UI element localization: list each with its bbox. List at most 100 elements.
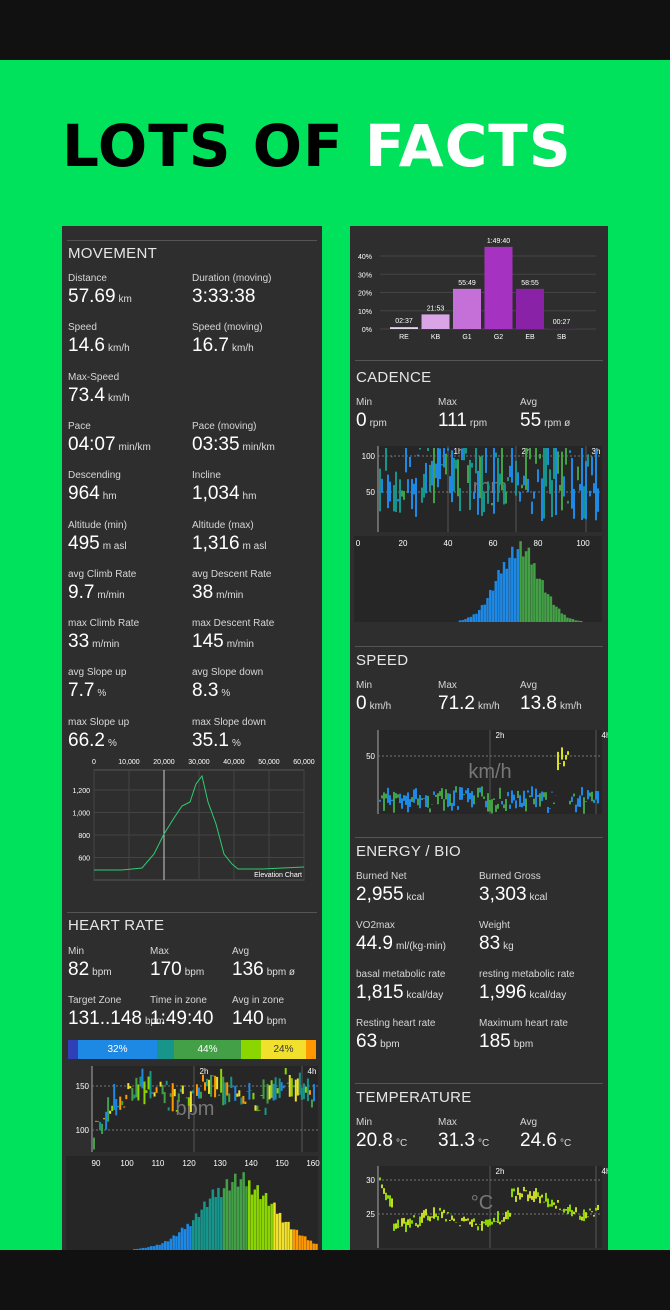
- stat-unit: rpm ø: [544, 418, 571, 429]
- stat-unit: °C: [477, 1138, 490, 1149]
- elevation-chart: 0 10,000 20,000 30,000 40,000 50,000 60,000 1,2…: [72, 759, 315, 881]
- y-tick: 0%: [362, 327, 372, 334]
- stat-value: 136 bpm ø: [232, 959, 296, 980]
- histogram-bar: [239, 1179, 243, 1250]
- histogram-bar: [464, 619, 467, 622]
- x-tick: 90: [92, 1159, 101, 1168]
- watermark: °C: [471, 1192, 493, 1214]
- stat-value: 1:49:40: [150, 1008, 214, 1029]
- histogram-bar: [577, 620, 580, 622]
- x-tick: 130: [213, 1159, 227, 1168]
- stat-unit: °C: [559, 1138, 572, 1149]
- histogram-bar: [533, 563, 536, 622]
- x-tick: 60,000: [293, 759, 315, 766]
- stat-label: Altitude (max): [192, 519, 254, 531]
- histogram-bar: [472, 614, 475, 622]
- histogram-bar: [315, 1243, 318, 1250]
- divider: [355, 360, 603, 361]
- y-tick: 600: [78, 856, 90, 863]
- stat-label: Max: [150, 946, 169, 957]
- stat-label: Max-Speed: [68, 371, 120, 383]
- stat-value: 71.2 km/h: [438, 693, 500, 714]
- x-tick: 0: [92, 759, 96, 766]
- stat-value: 44.9 ml/(kg·min): [356, 933, 446, 954]
- stat-unit: km: [118, 294, 132, 305]
- stat-unit: m/min: [216, 589, 244, 601]
- stat-label: Duration (moving): [192, 273, 272, 284]
- histogram-bar: [175, 1236, 178, 1250]
- category-label: G2: [494, 334, 503, 341]
- time-tick: 2h: [200, 1067, 209, 1076]
- stats-panel-right[interactable]: 40% 30% 20% 10% 0% 02:37 RE 21:53 KB 55:49 G1 1:49:…: [350, 226, 608, 1250]
- time-tick: 2h: [496, 1167, 505, 1176]
- y-tick: 150: [76, 1082, 90, 1091]
- histogram-bar: [483, 604, 486, 622]
- histogram-bar: [298, 1235, 301, 1250]
- histogram-bar: [155, 1244, 159, 1250]
- x-tick: 110: [152, 1159, 165, 1168]
- energy-title: ENERGY / BIO: [356, 843, 462, 860]
- stat-value: 24.6 °C: [520, 1130, 572, 1151]
- stat-label: Max: [438, 680, 457, 691]
- zone-segment: [241, 1040, 261, 1059]
- stat-value: 66.2%: [68, 729, 117, 751]
- histogram-bar: [502, 562, 506, 622]
- stat-value: 170 bpm: [150, 959, 205, 980]
- histogram-bar: [287, 1221, 290, 1250]
- x-tick: 0: [356, 539, 361, 548]
- stat-label: Target Zone: [68, 995, 122, 1006]
- zone-segment: [306, 1040, 316, 1059]
- x-tick: 10,000: [118, 759, 140, 766]
- stat-label: Time in zone: [150, 995, 207, 1006]
- stat-unit: °C: [395, 1138, 408, 1149]
- histogram-bar: [211, 1189, 215, 1250]
- y-tick: 800: [78, 833, 90, 840]
- histogram-bar: [248, 1180, 251, 1250]
- x-tick: 140: [244, 1159, 258, 1168]
- histogram-bar: [511, 546, 514, 622]
- stat-label: max Slope up: [68, 716, 130, 728]
- speed-title: SPEED: [356, 652, 409, 669]
- y-tick: 10%: [358, 309, 372, 316]
- stat-label: Resting heart rate: [356, 1018, 436, 1029]
- stat-unit: m asl: [102, 540, 127, 552]
- y-tick: 100: [362, 452, 376, 461]
- stat-unit: kcal/day: [406, 990, 444, 1001]
- divider: [355, 1083, 603, 1084]
- histogram-bar: [172, 1235, 175, 1250]
- watermark: km/h: [468, 761, 511, 783]
- stats-panel-left[interactable]: MOVEMENT Distance 57.69 km Duration (moving…: [62, 226, 322, 1250]
- histogram-bar: [183, 1229, 187, 1250]
- category-label: KB: [431, 334, 441, 341]
- histogram-bar: [228, 1190, 231, 1250]
- stat-value: 04:07 min/km: [68, 433, 151, 455]
- stat-value: 185 bpm: [479, 1031, 534, 1052]
- histogram-bar: [516, 549, 520, 622]
- histogram-bar: [150, 1246, 153, 1250]
- histogram-bar: [281, 1222, 285, 1250]
- stat-value: 964 hm: [68, 483, 117, 505]
- stat-label: resting metabolic rate: [479, 969, 575, 980]
- histogram-bar: [158, 1244, 161, 1250]
- x-tick: 50,000: [258, 759, 280, 766]
- category-label: RE: [399, 334, 409, 341]
- stat-value: 55 rpm ø: [520, 410, 571, 431]
- category-label: SB: [557, 334, 567, 341]
- stat-value: 63 bpm: [356, 1031, 400, 1052]
- y-tick: 100: [76, 1126, 90, 1135]
- stat-value: 7.7%: [68, 680, 107, 702]
- x-tick: 40,000: [223, 759, 245, 766]
- stat-unit: km/h: [231, 343, 254, 355]
- stat-label: Max: [438, 1117, 457, 1128]
- category-label: G1: [462, 334, 471, 341]
- headline-part2: FACTS: [364, 112, 572, 180]
- histogram-bar: [220, 1197, 223, 1250]
- x-tick: 20,000: [153, 759, 175, 766]
- histogram-bar: [214, 1196, 217, 1250]
- histogram-bar: [544, 592, 547, 622]
- histogram-bar: [200, 1209, 203, 1250]
- stat-value: 13.8 km/h: [520, 693, 582, 714]
- stat-label: basal metabolic rate: [356, 969, 446, 980]
- stat-label: Incline: [192, 470, 221, 482]
- histogram-bar: [304, 1236, 307, 1250]
